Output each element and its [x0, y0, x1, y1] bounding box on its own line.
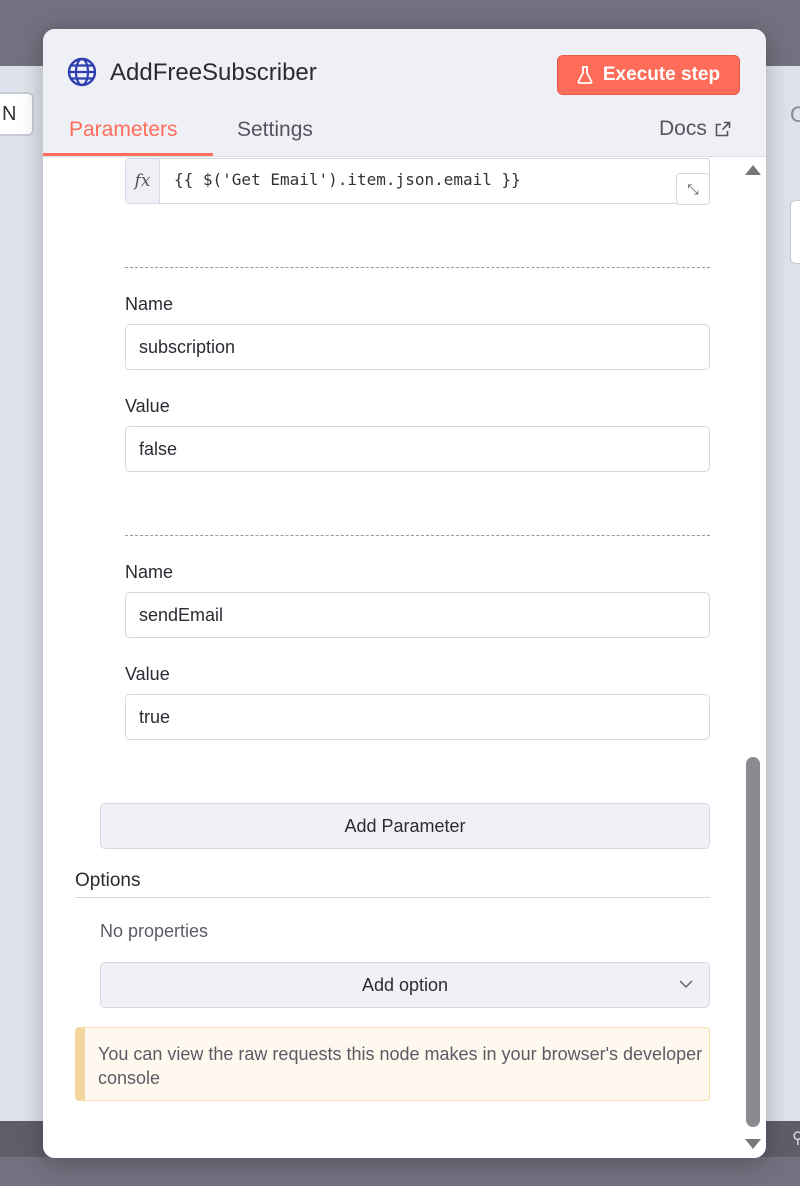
- background-node-letter: N: [2, 103, 17, 125]
- modal-header: AddFreeSubscriber Execute step Parameter…: [43, 29, 766, 157]
- param-name-label: Name: [125, 562, 174, 582]
- param-value-input[interactable]: true: [125, 694, 710, 740]
- parameter-divider: [125, 535, 710, 536]
- background-lightbulb-icon: ⚲: [792, 1130, 800, 1147]
- info-notice: You can view the raw requests this node …: [75, 1027, 710, 1101]
- node-title[interactable]: AddFreeSubscriber: [110, 59, 317, 87]
- param-value-label: Value: [125, 664, 170, 684]
- scrollbar-thumb[interactable]: [746, 757, 760, 1127]
- expand-expression-icon[interactable]: ⤡: [676, 173, 710, 205]
- background-node[interactable]: N: [0, 92, 34, 136]
- active-tab-indicator: [43, 153, 213, 156]
- expression-field[interactable]: fx {{ $('Get Email').item.json.email }} …: [125, 158, 710, 205]
- chevron-down-icon: [679, 980, 693, 989]
- parameter-divider: [125, 267, 710, 268]
- no-properties-text: No properties: [100, 921, 209, 941]
- docs-link[interactable]: Docs: [659, 117, 731, 141]
- param-value-label: Value: [125, 396, 170, 416]
- flask-icon: [577, 66, 593, 84]
- param-name-input[interactable]: subscription: [125, 324, 710, 370]
- notice-text: You can view the raw requests this node …: [98, 1044, 703, 1088]
- tab-settings[interactable]: Settings: [237, 117, 313, 143]
- scroll-up-icon[interactable]: [745, 165, 761, 175]
- background-right-card: [790, 200, 800, 264]
- fx-icon: fx: [126, 159, 160, 203]
- options-heading: Options: [75, 870, 141, 891]
- execute-step-button[interactable]: Execute step: [557, 55, 740, 95]
- param-name-label: Name: [125, 294, 174, 314]
- param-value-input[interactable]: false: [125, 426, 710, 472]
- execute-step-label: Execute step: [602, 64, 721, 85]
- tab-parameters[interactable]: Parameters: [69, 117, 178, 143]
- node-details-modal: AddFreeSubscriber Execute step Parameter…: [43, 29, 766, 1158]
- add-option-dropdown[interactable]: Add option: [100, 962, 710, 1008]
- docs-label: Docs: [659, 117, 707, 140]
- globe-icon: [67, 57, 97, 87]
- expression-value[interactable]: {{ $('Get Email').item.json.email }}: [174, 170, 521, 189]
- external-link-icon: [715, 121, 731, 137]
- param-name-input[interactable]: sendEmail: [125, 592, 710, 638]
- add-parameter-button[interactable]: Add Parameter: [100, 803, 710, 849]
- options-divider: [75, 897, 710, 898]
- background-right-letter: C: [790, 102, 800, 127]
- add-option-label: Add option: [361, 975, 449, 995]
- scroll-down-icon[interactable]: [745, 1139, 761, 1149]
